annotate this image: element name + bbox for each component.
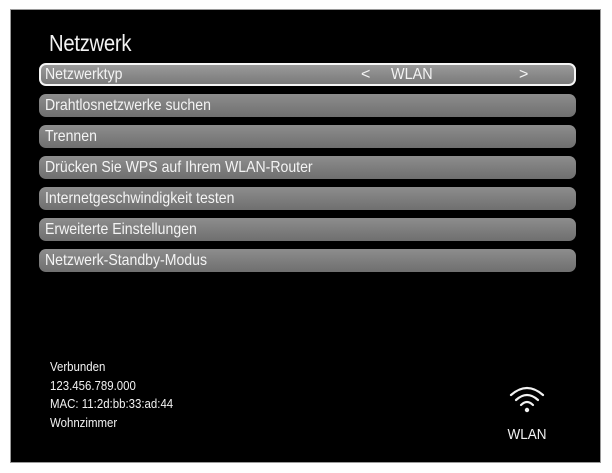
network-location: Wohnzimmer xyxy=(50,414,118,430)
menu-item-search-wireless[interactable]: Drahtlosnetzwerke suchen xyxy=(39,94,576,117)
wifi-icon xyxy=(509,386,545,413)
menu-item-label: Internetgeschwindigkeit testen xyxy=(45,190,235,207)
menu-item-network-type[interactable]: Netzwerktyp < WLAN > xyxy=(39,63,576,86)
chevron-right-icon[interactable]: > xyxy=(519,65,528,84)
menu-item-label: Erweiterte Einstellungen xyxy=(45,221,197,238)
network-menu: Netzwerktyp < WLAN > Drahtlosnetzwerke s… xyxy=(39,63,576,280)
menu-item-speed-test[interactable]: Internetgeschwindigkeit testen xyxy=(39,187,576,210)
menu-item-label: Netzwerk-Standby-Modus xyxy=(45,252,207,269)
mac-address: MAC: 11:2d:bb:33:ad:44 xyxy=(50,396,174,411)
menu-item-label: Drücken Sie WPS auf Ihrem WLAN-Router xyxy=(45,159,313,176)
menu-item-label: Netzwerktyp xyxy=(45,66,123,83)
connection-status: Verbunden 123.456.789.000 MAC: 11:2d:bb:… xyxy=(50,358,190,432)
wifi-label: WLAN xyxy=(507,426,547,443)
menu-item-wps[interactable]: Drücken Sie WPS auf Ihrem WLAN-Router xyxy=(39,156,576,179)
menu-item-disconnect[interactable]: Trennen xyxy=(39,125,576,148)
connection-state: Verbunden xyxy=(50,359,106,374)
network-type-selector[interactable]: < WLAN > xyxy=(361,65,553,84)
menu-item-label: Trennen xyxy=(45,128,97,145)
menu-item-label: Drahtlosnetzwerke suchen xyxy=(45,97,211,114)
network-type-value: WLAN xyxy=(391,66,433,83)
chevron-left-icon[interactable]: < xyxy=(361,65,370,84)
menu-item-advanced-settings[interactable]: Erweiterte Einstellungen xyxy=(39,218,576,241)
menu-item-network-standby[interactable]: Netzwerk-Standby-Modus xyxy=(39,249,576,272)
page-title: Netzwerk xyxy=(49,30,132,56)
wifi-status: WLAN xyxy=(497,384,557,443)
ip-address: 123.456.789.000 xyxy=(50,377,136,393)
